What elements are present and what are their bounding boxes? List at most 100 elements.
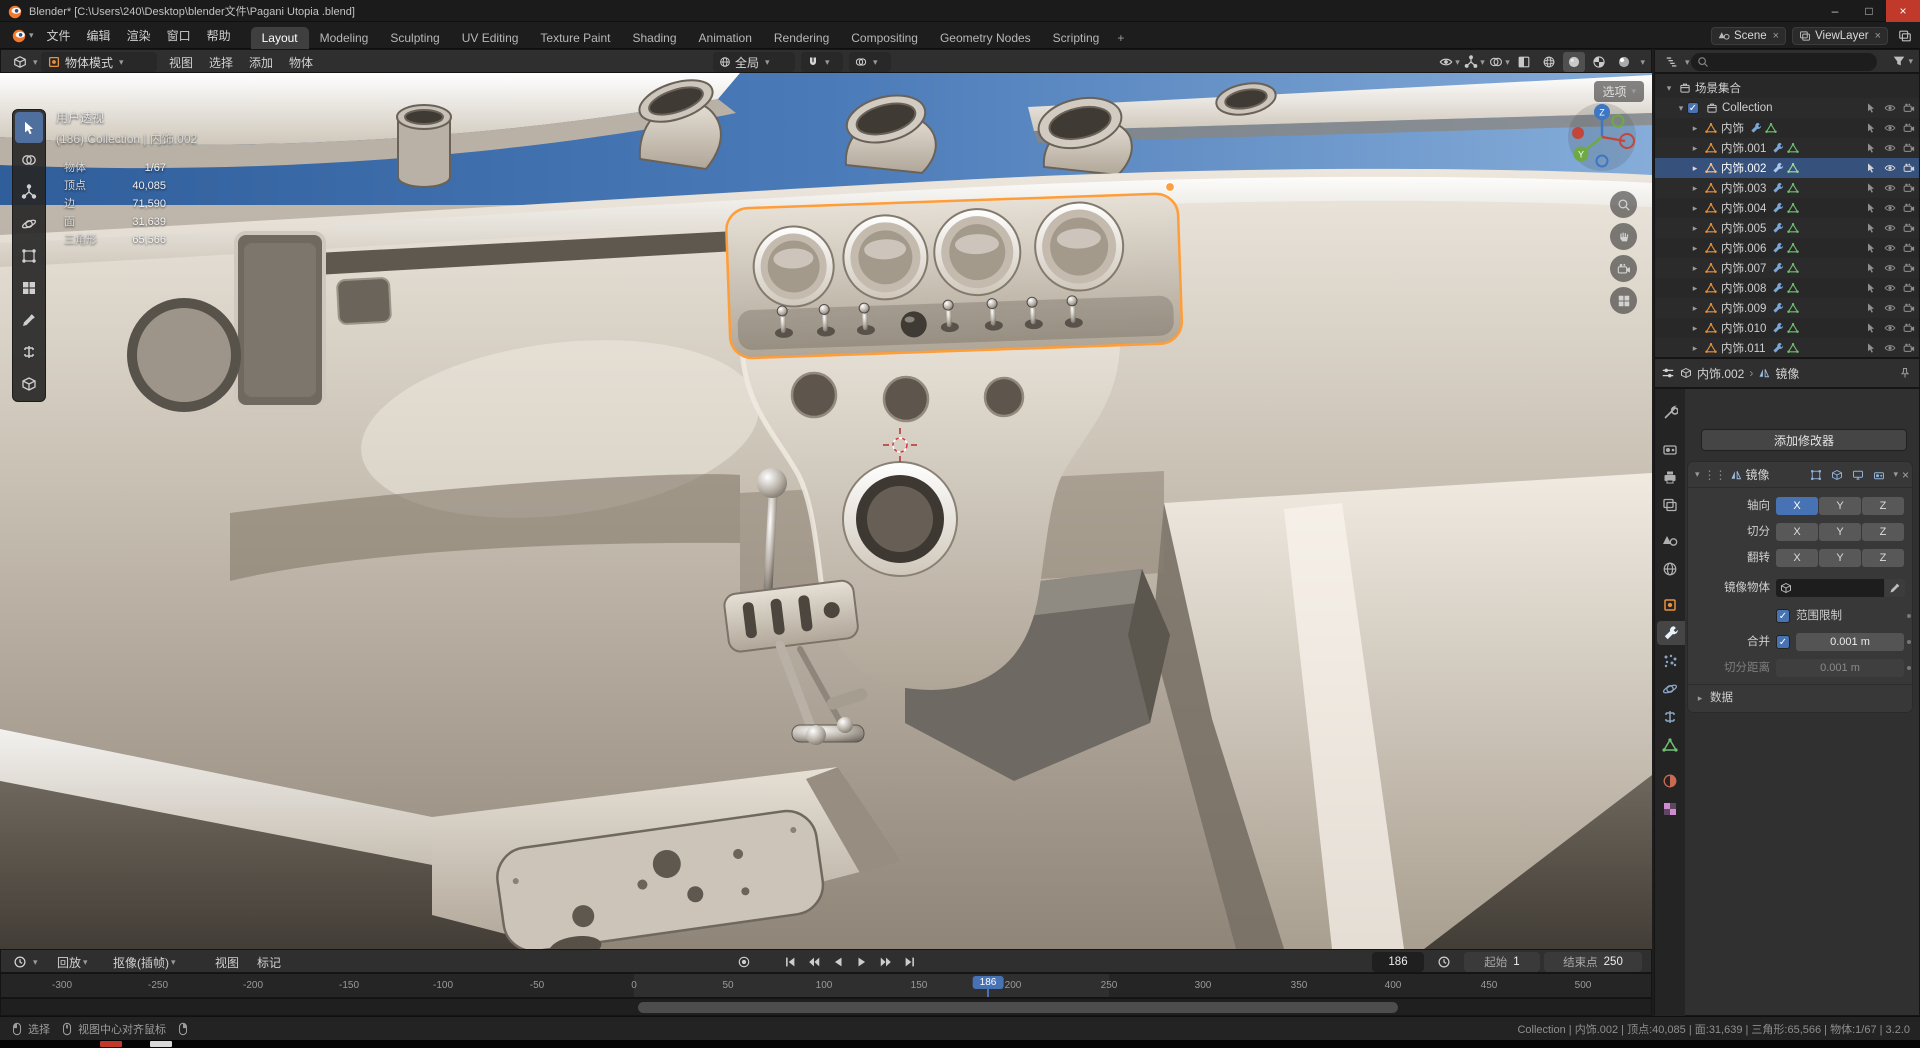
render-camera-icon[interactable] — [1903, 342, 1915, 354]
tab-sculpting[interactable]: Sculpting — [379, 27, 450, 49]
tab-texture[interactable] — [1658, 797, 1682, 821]
clipping-checkbox[interactable]: ✓ — [1776, 609, 1790, 623]
render-camera-icon[interactable] — [1903, 282, 1915, 294]
flip-z-button[interactable]: Z — [1862, 549, 1904, 567]
next-keyframe-button[interactable] — [875, 952, 897, 972]
data-subpanel-header[interactable]: ▸ 数据 — [1688, 688, 1914, 708]
menu-edit[interactable]: 编辑 — [79, 24, 119, 47]
pan-button[interactable] — [1610, 223, 1637, 250]
select-box-tool[interactable] — [15, 112, 43, 143]
tab-texture-paint[interactable]: Texture Paint — [529, 27, 621, 49]
merge-checkbox[interactable]: ✓ — [1776, 635, 1790, 649]
axis-z-button[interactable]: Z — [1862, 497, 1904, 515]
tab-scripting[interactable]: Scripting — [1042, 27, 1111, 49]
add-workspace-button[interactable]: + — [1110, 27, 1131, 49]
realtime-toggle[interactable] — [1849, 466, 1866, 483]
selectable-icon[interactable] — [1865, 282, 1877, 294]
orthographic-toggle-button[interactable] — [1610, 287, 1637, 314]
bisect-x-button[interactable]: X — [1776, 523, 1818, 541]
render-toggle[interactable] — [1870, 466, 1887, 483]
eye-icon[interactable] — [1884, 322, 1896, 334]
transform-tool[interactable] — [15, 272, 43, 303]
viewport-editor-type-button[interactable]: ▾ — [7, 52, 44, 72]
selectable-icon[interactable] — [1865, 302, 1877, 314]
eye-icon[interactable] — [1884, 202, 1896, 214]
maximize-button[interactable]: □ — [1852, 0, 1886, 22]
current-frame-badge[interactable]: 186 — [972, 976, 1004, 989]
eye-icon[interactable] — [1884, 262, 1896, 274]
flip-x-button[interactable]: X — [1776, 549, 1818, 567]
tab-output[interactable] — [1658, 465, 1682, 489]
unlink-scene-button[interactable]: × — [1773, 30, 1779, 42]
axis-y-button[interactable]: Y — [1819, 497, 1861, 515]
tab-shading[interactable]: Shading — [621, 27, 687, 49]
tab-object-data[interactable] — [1658, 733, 1682, 757]
cursor-tool[interactable] — [15, 144, 43, 175]
scale-tool[interactable] — [15, 240, 43, 271]
collapse-chevron-icon[interactable]: ▾ — [1695, 469, 1700, 480]
title-bar[interactable]: Blender* [C:\Users\240\Desktop\blender文件… — [0, 0, 1920, 22]
menu-timeline-view[interactable]: 视图 — [215, 950, 239, 974]
selectable-icon[interactable] — [1865, 182, 1877, 194]
tab-compositing[interactable]: Compositing — [840, 27, 929, 49]
breadcrumb-modifier[interactable]: 镜像 — [1775, 365, 1799, 382]
render-camera-icon[interactable] — [1903, 182, 1915, 194]
modifier-name-field[interactable]: 镜像 — [1746, 466, 1770, 483]
rotate-tool[interactable] — [15, 208, 43, 239]
drag-handle-icon[interactable]: ⋮⋮ — [1704, 468, 1727, 482]
selectable-icon[interactable] — [1865, 162, 1877, 174]
render-camera-icon[interactable] — [1903, 322, 1915, 334]
annotate-tool[interactable] — [15, 304, 43, 335]
object-visibility-dropdown[interactable]: ▾ — [1438, 52, 1460, 72]
tab-animation[interactable]: Animation — [688, 27, 763, 49]
selectable-icon[interactable] — [1865, 122, 1877, 134]
gauge-cluster-selected[interactable] — [725, 192, 1184, 360]
auto-keying-button[interactable] — [733, 952, 755, 972]
mirror-object-field[interactable] — [1776, 579, 1884, 597]
menu-object[interactable]: 物体 — [289, 50, 313, 74]
shading-dropdown[interactable]: ▾ — [1640, 57, 1645, 68]
bisect-y-button[interactable]: Y — [1819, 523, 1861, 541]
overlays-dropdown[interactable]: ▾ — [1488, 52, 1510, 72]
render-camera-icon[interactable] — [1903, 302, 1915, 314]
tab-material[interactable] — [1658, 769, 1682, 793]
mode-dropdown[interactable]: 物体模式 ▾ — [41, 52, 157, 72]
menu-add[interactable]: 添加 — [249, 50, 273, 74]
selectable-icon[interactable] — [1865, 222, 1877, 234]
tab-uv-editing[interactable]: UV Editing — [451, 27, 530, 49]
merge-threshold-field[interactable]: 0.001 m — [1796, 633, 1904, 651]
selectable-icon[interactable] — [1865, 102, 1877, 114]
render-camera-icon[interactable] — [1903, 102, 1915, 114]
tab-modifiers[interactable] — [1657, 621, 1685, 645]
menu-select[interactable]: 选择 — [209, 50, 233, 74]
remove-viewlayer-button[interactable]: × — [1875, 30, 1881, 42]
tab-tool[interactable] — [1658, 401, 1682, 425]
breadcrumb-object[interactable]: 内饰.002 — [1697, 365, 1744, 382]
render-camera-icon[interactable] — [1903, 262, 1915, 274]
scene-selector[interactable]: Scene × — [1711, 26, 1787, 45]
outliner-item[interactable]: ▸ 内饰 — [1655, 118, 1920, 138]
tab-render[interactable] — [1658, 437, 1682, 461]
current-frame-field[interactable]: 186 — [1372, 952, 1424, 972]
outliner-item[interactable]: ▸ 内饰.011 — [1655, 338, 1919, 357]
tab-geometry-nodes[interactable]: Geometry Nodes — [929, 27, 1042, 49]
play-reverse-button[interactable] — [827, 952, 849, 972]
move-tool[interactable] — [15, 176, 43, 207]
collection-checkbox[interactable]: ✓ — [1687, 102, 1699, 114]
shading-material-button[interactable] — [1588, 52, 1610, 72]
outliner-item-selected[interactable]: ▸ 内饰.002 — [1655, 158, 1919, 178]
modifier-panel-header[interactable]: ▾ ⋮⋮ 镜像 ▾ × — [1688, 462, 1914, 488]
minimize-button[interactable]: – — [1818, 0, 1852, 22]
measure-tool[interactable] — [15, 336, 43, 367]
close-button[interactable]: × — [1886, 0, 1920, 22]
pin-icon[interactable] — [1899, 367, 1911, 379]
selectable-icon[interactable] — [1865, 342, 1877, 354]
outliner-item[interactable]: ▸ 内饰.009 — [1655, 298, 1919, 318]
eye-icon[interactable] — [1884, 342, 1896, 354]
edit-mode-toggle[interactable] — [1828, 466, 1845, 483]
render-camera-icon[interactable] — [1903, 202, 1915, 214]
menu-view[interactable]: 视图 — [169, 50, 193, 74]
eye-icon[interactable] — [1884, 302, 1896, 314]
tab-object[interactable] — [1658, 593, 1682, 617]
outliner-item[interactable]: ▸ 内饰.008 — [1655, 278, 1920, 298]
